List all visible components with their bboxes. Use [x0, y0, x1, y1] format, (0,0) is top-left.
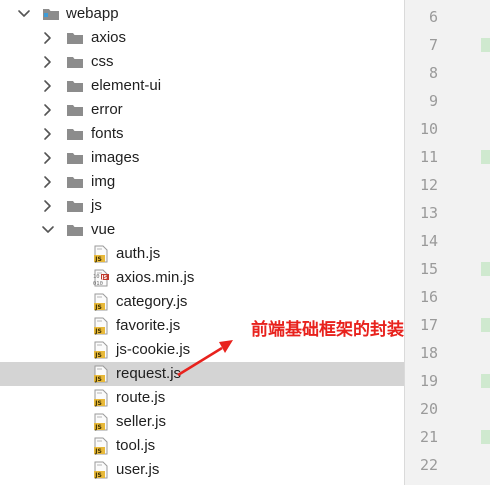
annotation-arrow	[177, 340, 233, 377]
